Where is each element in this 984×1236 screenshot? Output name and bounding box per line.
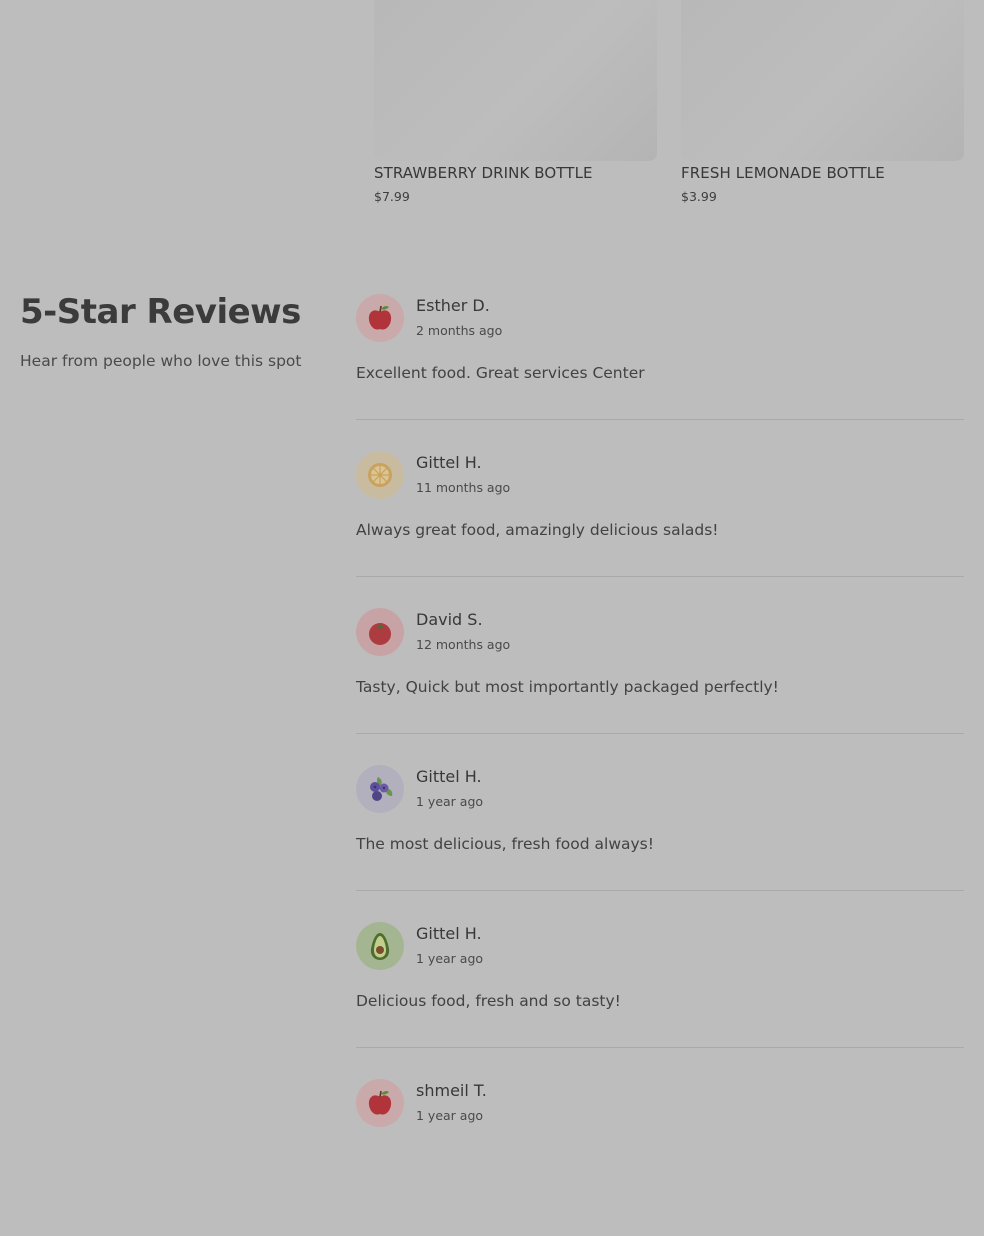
section-subtitle: Hear from people who love this spot — [20, 352, 302, 370]
product-name[interactable]: STRAWBERRY DRINK BOTTLE — [374, 164, 593, 182]
review-item: Gittel H. 1 year ago Delicious food, fre… — [356, 922, 964, 1079]
review-item: Gittel H. 1 year ago The most delicious,… — [356, 765, 964, 922]
review-text: Delicious food, fresh and so tasty! — [356, 992, 621, 1010]
review-divider — [356, 419, 964, 420]
review-text: Tasty, Quick but most importantly packag… — [356, 678, 779, 696]
apple-icon — [368, 1090, 392, 1115]
avatar — [356, 922, 404, 970]
review-date: 1 year ago — [416, 951, 484, 966]
product-price: $3.99 — [681, 189, 717, 204]
lemon-icon — [368, 463, 392, 487]
reviewer-name: shmeil T. — [416, 1081, 487, 1100]
review-divider — [356, 1047, 964, 1048]
reviewer-name: Gittel H. — [416, 453, 482, 472]
avatar — [356, 451, 404, 499]
review-text: The most delicious, fresh food always! — [356, 835, 654, 853]
avatar — [356, 1079, 404, 1127]
reviewer-name: Esther D. — [416, 296, 490, 315]
avatar — [356, 294, 404, 342]
reviewer-name: David S. — [416, 610, 483, 629]
review-date: 2 months ago — [416, 323, 503, 338]
review-item: shmeil T. 1 year ago — [356, 1079, 964, 1236]
avatar — [356, 608, 404, 656]
product-price: $7.99 — [374, 189, 410, 204]
blueberry-icon — [370, 777, 393, 801]
review-divider — [356, 733, 964, 734]
review-item: Gittel H. 11 months ago Always great foo… — [356, 451, 964, 608]
review-date: 1 year ago — [416, 794, 484, 809]
section-title: 5-Star Reviews — [20, 292, 301, 332]
review-divider — [356, 576, 964, 577]
review-divider — [356, 890, 964, 891]
reviewer-name: Gittel H. — [416, 924, 482, 943]
product-card[interactable]: STRAWBERRY DRINK BOTTLE $7.99 — [374, 0, 657, 204]
review-text: Excellent food. Great services Center — [356, 364, 645, 382]
tomato-icon — [369, 623, 391, 645]
product-image[interactable] — [681, 0, 964, 161]
product-name[interactable]: FRESH LEMONADE BOTTLE — [681, 164, 885, 182]
apple-icon — [368, 305, 392, 330]
review-date: 1 year ago — [416, 1108, 484, 1123]
review-item: David S. 12 months ago Tasty, Quick but … — [356, 608, 964, 765]
review-date: 11 months ago — [416, 480, 511, 495]
product-image[interactable] — [374, 0, 657, 161]
product-card[interactable]: FRESH LEMONADE BOTTLE $3.99 — [681, 0, 964, 204]
review-text: Always great food, amazingly delicious s… — [356, 521, 719, 539]
reviewer-name: Gittel H. — [416, 767, 482, 786]
avocado-icon — [370, 933, 390, 960]
avatar — [356, 765, 404, 813]
review-date: 12 months ago — [416, 637, 511, 652]
review-item: Esther D. 2 months ago Excellent food. G… — [356, 294, 964, 451]
